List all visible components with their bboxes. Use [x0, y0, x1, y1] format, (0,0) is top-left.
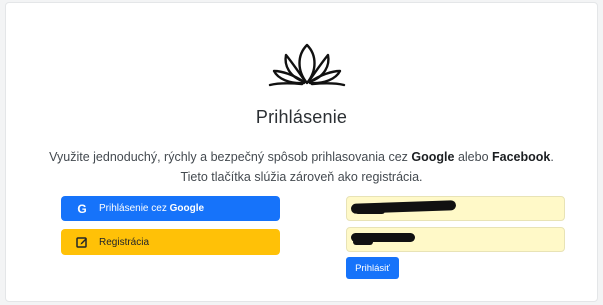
register-label: Registrácia — [99, 236, 150, 248]
description-line-1: Využite jednoduchý, rýchly a bezpečný sp… — [6, 147, 597, 167]
google-login-button[interactable]: G Prihlásenie cez Google — [61, 196, 280, 221]
desc-text-mid: alebo — [454, 150, 492, 164]
desc-google: Google — [411, 150, 455, 164]
google-login-prefix: Prihlásenie cez — [99, 203, 170, 214]
password-field[interactable] — [346, 227, 565, 252]
redaction-mark — [355, 208, 385, 214]
google-login-brand: Google — [169, 203, 205, 214]
login-description: Využite jednoduchý, rýchly a bezpečný sp… — [6, 147, 597, 187]
desc-text-post: . — [550, 150, 554, 164]
register-button[interactable]: Registrácia — [61, 229, 280, 255]
google-login-label: Prihlásenie cez Google — [99, 203, 204, 214]
email-field[interactable] — [346, 196, 565, 221]
login-button[interactable]: Prihlásiť — [346, 257, 399, 279]
google-g-icon: G — [77, 201, 87, 216]
page-title: Prihlásenie — [255, 107, 348, 127]
description-line-2: Tieto tlačítka slúžia zároveň ako regist… — [180, 170, 423, 184]
lotus-logo — [268, 43, 346, 87]
desc-facebook: Facebook — [492, 150, 551, 164]
desc-text-pre: Využite jednoduchý, rýchly a bezpečný sp… — [49, 150, 412, 164]
edit-icon — [76, 236, 88, 248]
login-card: Prihlásenie Využite jednoduchý, rýchly a… — [5, 2, 598, 302]
redaction-mark — [353, 239, 373, 245]
